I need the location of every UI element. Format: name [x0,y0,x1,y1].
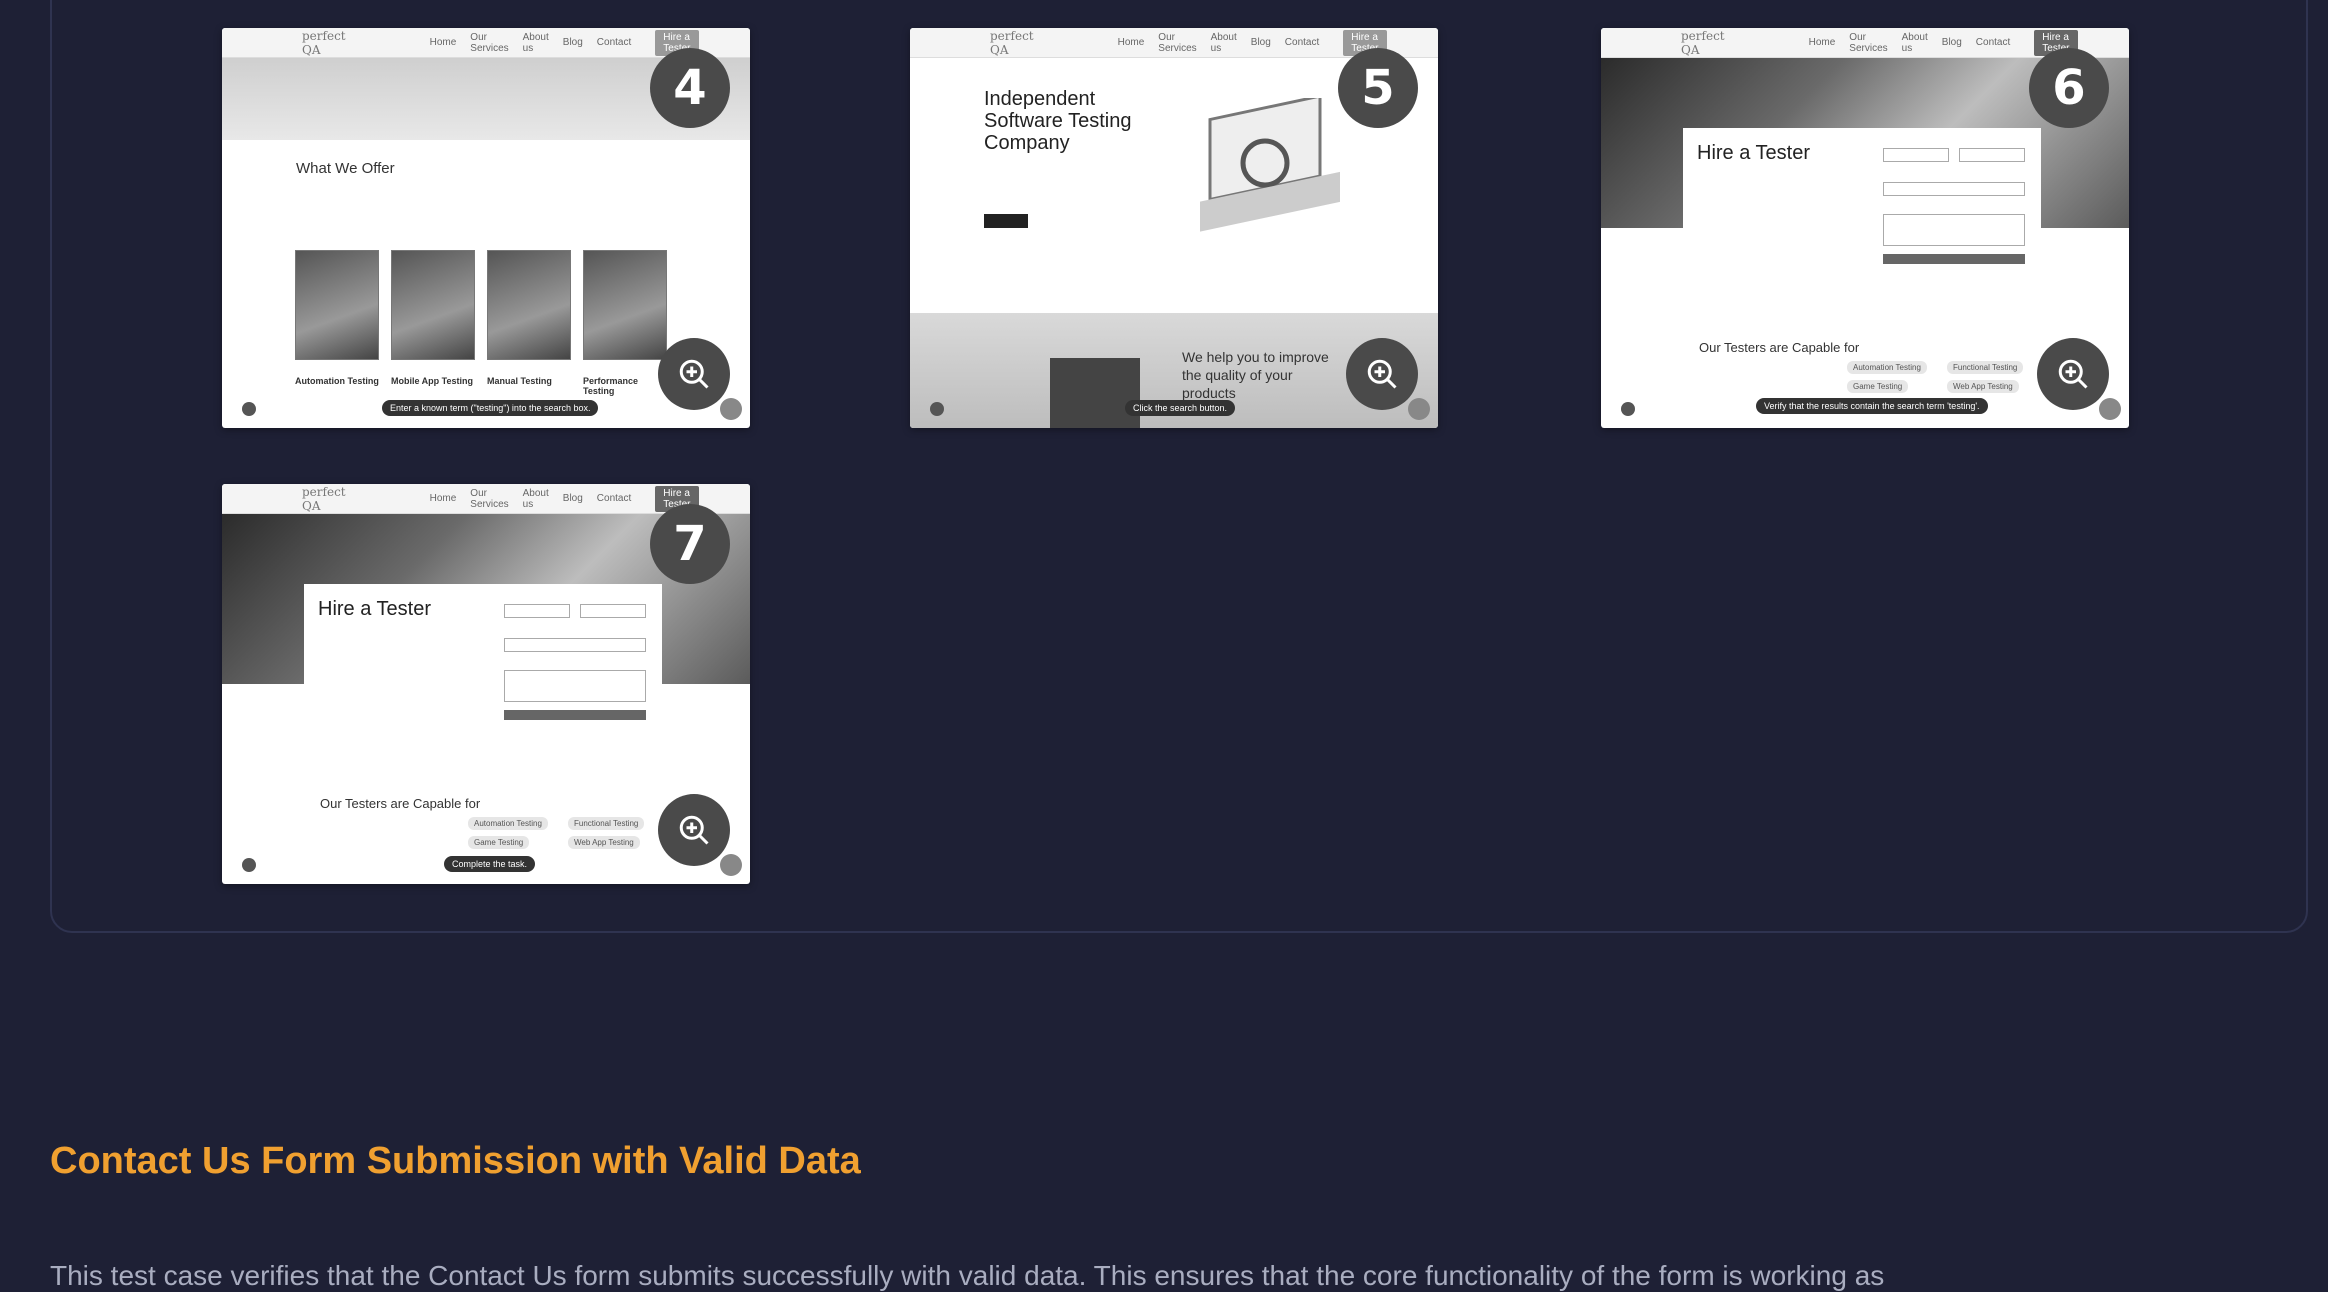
mini-heading: Hire a Tester [1697,142,1811,164]
mini-info-dot [242,402,256,416]
mini-field [1883,214,2025,246]
mini-info-dot [242,858,256,872]
mini-capable-heading: Our Testers are Capable for [320,796,481,811]
mini-capable-heading: Our Testers are Capable for [1699,340,1860,355]
mini-field [504,638,646,652]
zoom-in-button[interactable] [658,794,730,866]
screenshot-card-7[interactable]: perfect QA Home Our Services About us Blog Co… [222,484,750,884]
mini-logo: perfect QA [302,28,346,57]
mini-thumb [295,250,379,360]
mini-field [1883,148,1949,162]
mini-item-label: Manual Testing [487,376,552,386]
mini-cap-item: Web App Testing [1947,380,2019,393]
chat-icon [2099,398,2121,420]
step-number-badge: 6 [2029,48,2109,128]
step-number-badge: 4 [650,48,730,128]
chat-icon [720,398,742,420]
mini-field [1883,182,2025,196]
mini-cap-item: Functional Testing [1947,361,2024,374]
mini-cap-item: Game Testing [1847,380,1909,393]
mini-field [504,604,570,618]
step-tooltip: Click the search button. [1125,400,1236,416]
mini-cap-item: Game Testing [468,836,530,849]
mini-cta [984,214,1028,228]
mini-bottom-text: We help you to improve the quality of yo… [1182,349,1329,402]
mini-info-dot [930,402,944,416]
mini-heading: Hire a Tester [318,598,432,620]
mini-logo: perfect QA [1681,28,1725,57]
mini-logo: perfect QA [302,484,346,513]
mini-thumb [487,250,571,360]
mini-board [1050,358,1140,428]
chat-icon [1408,398,1430,420]
mini-field [504,670,646,702]
mini-form-card: Hire a Tester [1683,128,2041,300]
mini-heading: What We Offer [296,160,395,177]
zoom-in-icon [679,815,709,845]
step-tooltip: Enter a known term ("testing") into the … [382,400,599,416]
mini-illustration [1200,98,1340,232]
mini-item-label: Automation Testing [295,376,379,386]
zoom-in-button[interactable] [1346,338,1418,410]
mini-logo: perfect QA [990,28,1034,57]
zoom-in-button[interactable] [2037,338,2109,410]
zoom-in-icon [679,359,709,389]
screenshot-card-6[interactable]: perfect QA Home Our Services About us Blog Co… [1601,28,2129,428]
test-case-description: This test case verifies that the Contact… [50,1260,1885,1291]
step-number-badge: 5 [1338,48,1418,128]
mini-info-dot [1621,402,1635,416]
mini-cap-item: Automation Testing [468,817,548,830]
mini-item-label: Mobile App Testing [391,376,473,386]
zoom-in-button[interactable] [658,338,730,410]
mini-heading: Independent Software Testing Company [984,88,1132,154]
mini-thumb [391,250,475,360]
mini-submit [504,710,646,720]
zoom-in-icon [1367,359,1397,389]
step-tooltip: Verify that the results contain the sear… [1756,398,1988,414]
screenshot-card-5[interactable]: perfect QA Home Our Services About us Blog Co… [910,28,1438,428]
step-tooltip: Complete the task. [444,856,536,872]
zoom-in-icon [2058,359,2088,389]
mini-item-label: Performance Testing [583,376,639,396]
mini-thumb [583,250,667,360]
mini-field [580,604,646,618]
mini-cap-item: Web App Testing [568,836,640,849]
mini-form-card: Hire a Tester [304,584,662,756]
mini-submit [1883,254,2025,264]
mini-cap-item: Functional Testing [568,817,645,830]
mini-field [1959,148,2025,162]
test-case-title: Contact Us Form Submission with Valid Da… [50,1140,861,1182]
chat-icon [720,854,742,876]
screenshot-card-4[interactable]: perfect QA Home Our Services About us Blog Co… [222,28,750,428]
mini-cap-item: Automation Testing [1847,361,1927,374]
step-number-badge: 7 [650,504,730,584]
